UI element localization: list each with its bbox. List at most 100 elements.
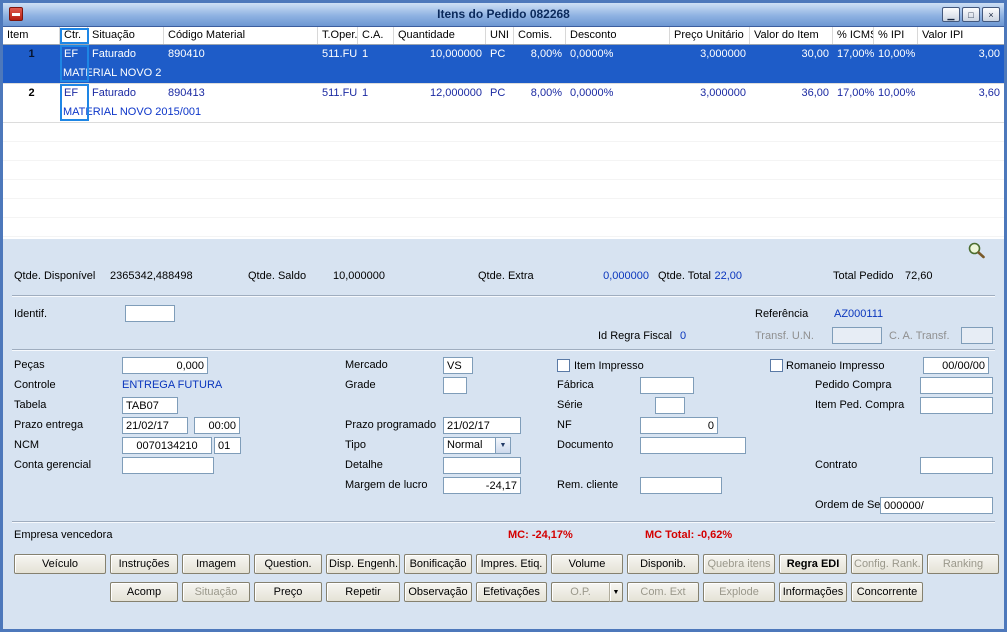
question-button[interactable]: Question. (254, 554, 322, 574)
grid-row-2[interactable]: 2 EF Faturado 890413 511.FU 1 12,000000 … (3, 84, 1004, 123)
qtde-extra-label: Qtde. Extra (478, 270, 534, 282)
imagem-button[interactable]: Imagem (182, 554, 250, 574)
op-button[interactable]: O.P. (551, 582, 610, 602)
conta-gerencial-label: Conta gerencial (14, 459, 91, 471)
volume-button[interactable]: Volume (551, 554, 623, 574)
mc-total-value: MC Total: -0,62% (645, 529, 732, 541)
romaneio-impresso-checkbox[interactable] (770, 359, 783, 372)
serie-label: Série (557, 399, 583, 411)
documento-label: Documento (557, 439, 613, 451)
cell-ctr: EF (60, 84, 88, 103)
qtde-disponivel-label: Qtde. Disponível (14, 270, 95, 282)
romaneio-data-input[interactable] (923, 357, 989, 374)
documento-input[interactable] (640, 437, 746, 454)
disp-engenh-button[interactable]: Disp. Engenh. (326, 554, 400, 574)
order-items-window: Itens do Pedido 082268 ▁ □ × Item Ctr. S… (0, 0, 1007, 632)
minimize-button[interactable]: ▁ (942, 7, 960, 22)
close-button[interactable]: × (982, 7, 1000, 22)
explode-button[interactable]: Explode (703, 582, 775, 602)
grid-header: Item Ctr. Situação Código Material T.Ope… (3, 27, 1004, 45)
ordem-servico-input[interactable] (880, 497, 993, 514)
cell-desconto: 0,0000% (566, 45, 670, 64)
rem-cliente-input[interactable] (640, 477, 722, 494)
config-rank-button[interactable]: Config. Rank. (851, 554, 923, 574)
ranking-button[interactable]: Ranking (927, 554, 999, 574)
ncm-ex-input[interactable] (214, 437, 241, 454)
romaneio-impresso-label: Romaneio Impresso (786, 360, 884, 372)
identif-input[interactable] (125, 305, 175, 322)
prazo-entrega-hora-input[interactable] (194, 417, 240, 434)
contrato-label: Contrato (815, 459, 857, 471)
grid-row-1[interactable]: 1 EF Faturado 890410 511.FU 1 10,000000 … (3, 45, 1004, 84)
item-impresso-checkbox[interactable] (557, 359, 570, 372)
grid-empty-area (3, 123, 1004, 239)
col-header-valor-do-item: Valor do Item (750, 27, 833, 44)
zoom-button[interactable] (965, 241, 987, 260)
tabela-input[interactable] (122, 397, 178, 414)
item-ped-compra-input[interactable] (920, 397, 993, 414)
divider (12, 295, 995, 297)
qtde-disponivel-value: 2365342,488498 (110, 270, 193, 282)
nf-label: NF (557, 419, 572, 431)
col-header-ipi: % IPI (874, 27, 918, 44)
cell-icms: 17,00% (833, 84, 874, 103)
empresa-vencedora-label: Empresa vencedora (14, 529, 112, 541)
efetivacoes-button[interactable]: Efetivações (476, 582, 547, 602)
impres-etiq-button[interactable]: Impres. Etiq. (476, 554, 547, 574)
prazo-programado-input[interactable] (443, 417, 521, 434)
cell-situacao: Faturado (88, 84, 164, 103)
pedido-compra-input[interactable] (920, 377, 993, 394)
contrato-input[interactable] (920, 457, 993, 474)
cell-preco-unitario: 3,000000 (670, 84, 750, 103)
maximize-button[interactable]: □ (962, 7, 980, 22)
regra-edi-button[interactable]: Regra EDI (779, 554, 847, 574)
conta-gerencial-input[interactable] (122, 457, 214, 474)
instrucoes-button[interactable]: Instruções (110, 554, 178, 574)
acomp-button[interactable]: Acomp (110, 582, 178, 602)
grade-label: Grade (345, 379, 376, 391)
veiculo-button[interactable]: Veículo (14, 554, 106, 574)
cell-ca: 1 (358, 84, 394, 103)
cell-ca: 1 (358, 45, 394, 64)
pecas-input[interactable] (122, 357, 208, 374)
prazo-programado-label: Prazo programado (345, 419, 436, 431)
cell-uni: PC (486, 45, 514, 64)
situacao-button[interactable]: Situação (182, 582, 250, 602)
bonificacao-button[interactable]: Bonificação (404, 554, 472, 574)
referencia-value: AZ000111 (834, 308, 883, 320)
col-header-situacao: Situação (88, 27, 164, 44)
cell-item: 1 (3, 45, 60, 64)
op-dropdown-arrow-icon[interactable]: ▼ (610, 582, 623, 602)
preco-button[interactable]: Preço (254, 582, 322, 602)
disponib-button[interactable]: Disponib. (627, 554, 699, 574)
referencia-label: Referência (755, 308, 808, 320)
quebra-itens-button[interactable]: Quebra itens (703, 554, 775, 574)
prazo-entrega-label: Prazo entrega (14, 419, 83, 431)
ncm-input[interactable] (122, 437, 212, 454)
mercado-input[interactable] (443, 357, 473, 374)
margem-lucro-input[interactable] (443, 477, 521, 494)
nf-input[interactable] (640, 417, 718, 434)
col-header-quantidade: Quantidade (394, 27, 486, 44)
cell-item: 2 (3, 84, 60, 103)
pecas-label: Peças (14, 359, 45, 371)
cell-t-oper: 511.FU (318, 84, 358, 103)
controle-value: ENTREGA FUTURA (122, 379, 222, 391)
prazo-entrega-data-input[interactable] (122, 417, 188, 434)
cell-valor-ipi: 3,60 (918, 84, 1004, 103)
col-header-t-oper: T.Oper. (318, 27, 358, 44)
identif-label: Identif. (14, 308, 47, 320)
concorrente-button[interactable]: Concorrente (851, 582, 923, 602)
observacao-button[interactable]: Observação (404, 582, 472, 602)
detalhe-input[interactable] (443, 457, 521, 474)
grade-input[interactable] (443, 377, 467, 394)
serie-input[interactable] (655, 397, 685, 414)
informacoes-button[interactable]: Informações (779, 582, 847, 602)
com-ext-button[interactable]: Com. Ext (627, 582, 699, 602)
item-ped-compra-label: Item Ped. Compra (815, 399, 904, 411)
repetir-button[interactable]: Repetir (326, 582, 400, 602)
fabrica-input[interactable] (640, 377, 694, 394)
magnifier-icon (967, 241, 986, 259)
tipo-select[interactable]: Normal ▼ (443, 437, 511, 454)
grid-body: 1 EF Faturado 890410 511.FU 1 10,000000 … (3, 45, 1004, 239)
